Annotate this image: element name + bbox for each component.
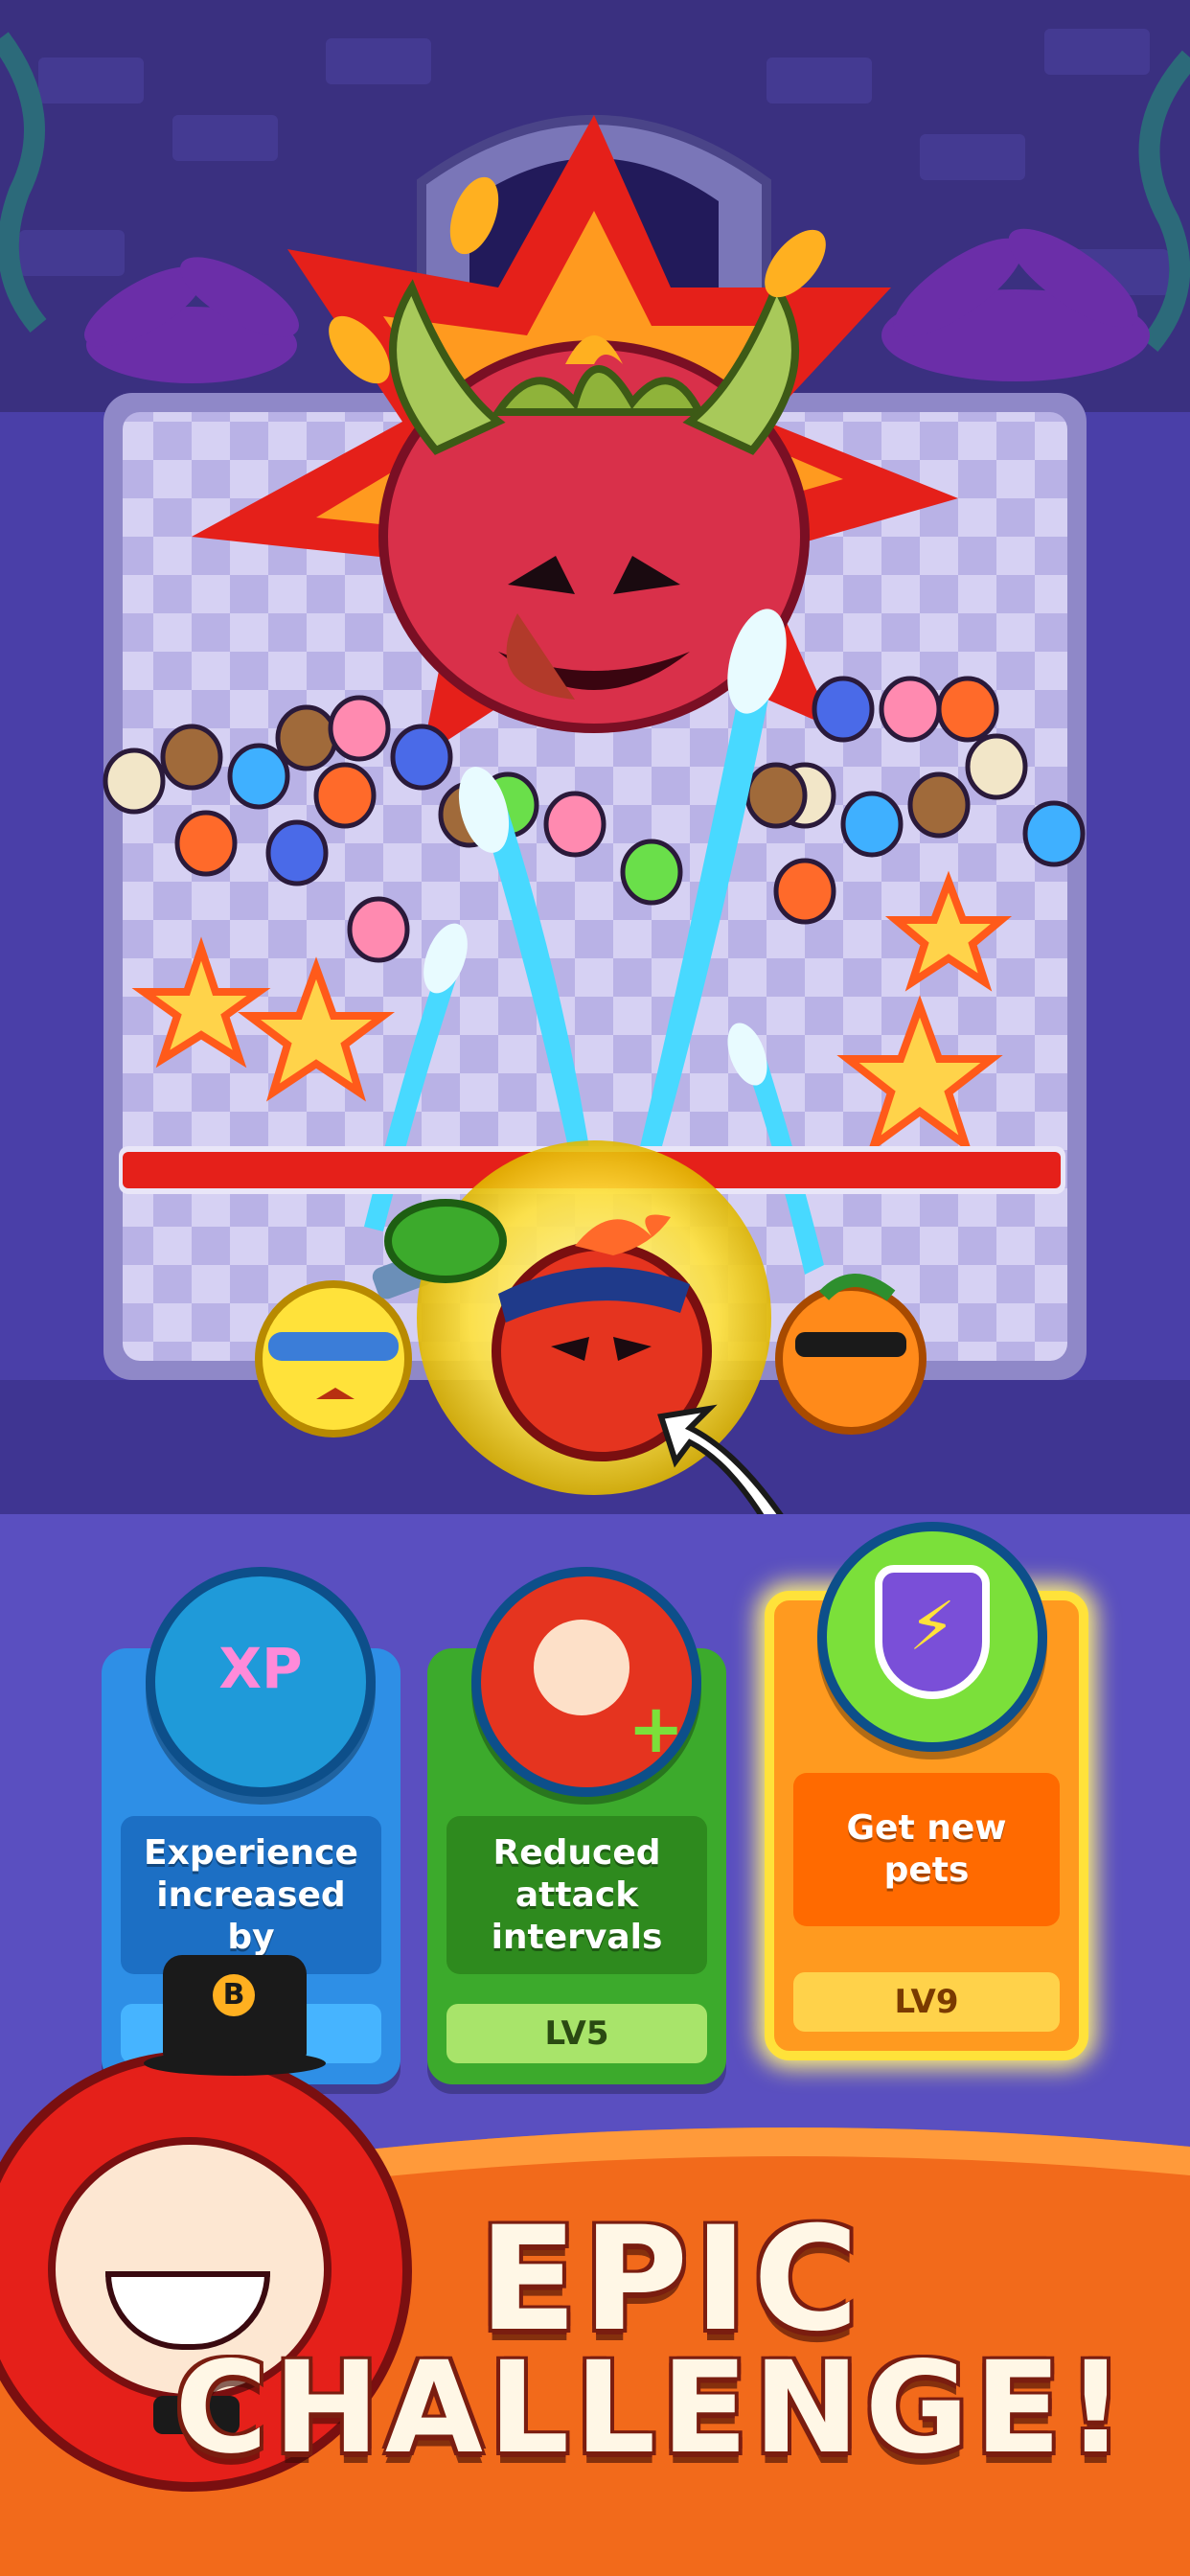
hat-letter: B bbox=[213, 1974, 255, 2016]
lightning-icon: ⚡ bbox=[908, 1587, 956, 1666]
skill-card-pets-level-bar: LV9 bbox=[793, 1972, 1060, 2032]
lightning-shield-icon: ⚡ bbox=[817, 1522, 1047, 1752]
minion-12 bbox=[265, 819, 329, 886]
skill-card-attack-text-area: Reduced attack intervals bbox=[446, 1816, 707, 1974]
sword-hero-face bbox=[534, 1620, 629, 1715]
skill-card-attack-level: LV5 bbox=[544, 2014, 609, 2053]
minion-13 bbox=[313, 762, 377, 829]
minion-6 bbox=[390, 724, 453, 791]
skill-card-attack-level-bar: LV5 bbox=[446, 2004, 707, 2063]
minion-23 bbox=[347, 896, 410, 963]
skill-card-xp-text-area: Experience increased by bbox=[121, 1816, 381, 1974]
minion-4 bbox=[275, 704, 338, 771]
minion-21 bbox=[773, 858, 836, 925]
minion-3 bbox=[227, 743, 290, 810]
minion-22 bbox=[1022, 800, 1086, 867]
skill-card-xp-label: Experience increased by bbox=[144, 1832, 358, 1957]
sword-hero-icon: + bbox=[471, 1567, 701, 1797]
minion-11 bbox=[174, 810, 238, 877]
skill-card-pets-label: Get new pets bbox=[846, 1808, 1007, 1890]
minion-10 bbox=[620, 839, 683, 906]
xp-arrows-icon-text: XP bbox=[218, 1636, 303, 1701]
minion-24 bbox=[744, 762, 808, 829]
skill-card-pets-level: LV9 bbox=[894, 1983, 959, 2021]
hat-brim bbox=[144, 2051, 326, 2076]
orange-hero[interactable] bbox=[775, 1274, 927, 1435]
skill-card-attack-label: Reduced attack intervals bbox=[491, 1832, 663, 1957]
minion-15 bbox=[812, 676, 875, 743]
minion-19 bbox=[907, 771, 971, 839]
top-hat-icon: B bbox=[163, 1955, 307, 2060]
minion-5 bbox=[328, 695, 391, 762]
minion-18 bbox=[965, 733, 1028, 800]
minion-2 bbox=[160, 724, 223, 791]
minion-17 bbox=[936, 676, 999, 743]
skill-card-pets-text-area: Get new pets bbox=[793, 1773, 1060, 1926]
headline-line2: CHALLENGE! bbox=[174, 2334, 1131, 2482]
minion-20 bbox=[840, 791, 904, 858]
minion-16 bbox=[879, 676, 942, 743]
plus-icon: + bbox=[628, 1690, 684, 1768]
minion-1 bbox=[103, 748, 166, 815]
xp-arrows-icon: XP bbox=[146, 1567, 376, 1797]
minion-9 bbox=[543, 791, 606, 858]
